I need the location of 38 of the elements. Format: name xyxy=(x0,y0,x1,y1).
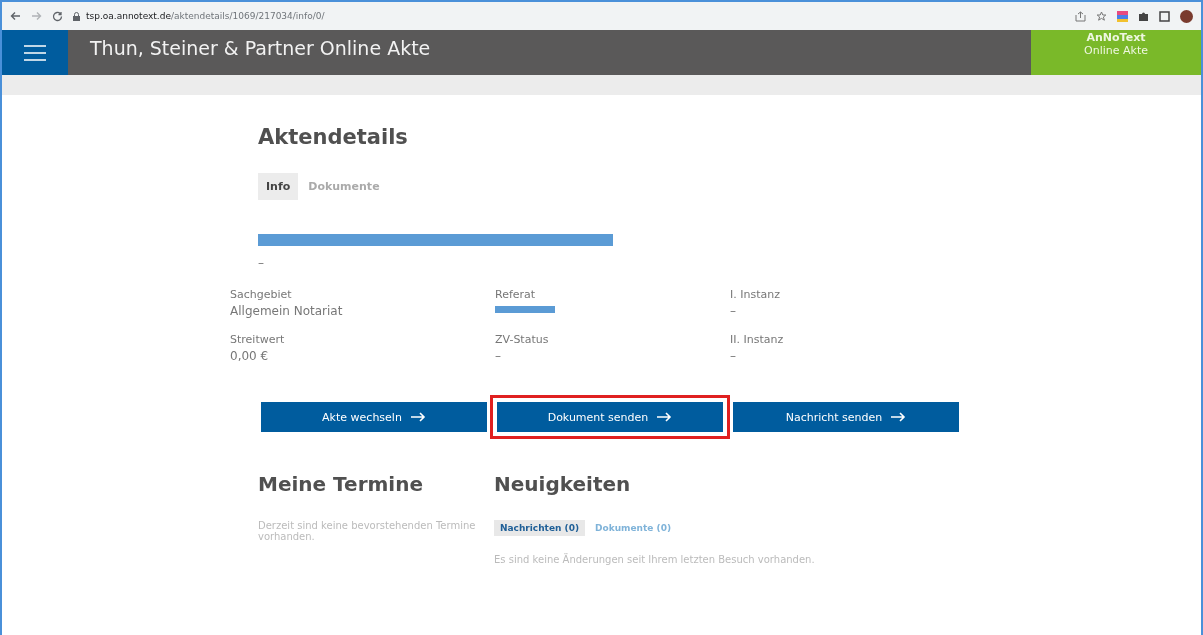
arrow-icon xyxy=(409,412,426,422)
star-icon[interactable] xyxy=(1096,10,1107,22)
menu-icon xyxy=(24,44,46,61)
avatar-icon[interactable] xyxy=(1180,9,1193,23)
field-label: II. Instanz xyxy=(730,333,785,346)
tab[interactable]: Info xyxy=(258,173,299,200)
action-button[interactable]: Nachricht senden xyxy=(733,402,959,432)
action-button[interactable]: Dokument senden xyxy=(497,402,723,432)
arrow-icon xyxy=(890,412,907,422)
page-title: Aktendetails xyxy=(258,125,409,149)
section-title: Neuigkeiten xyxy=(494,472,632,496)
extension-icon[interactable] xyxy=(1117,10,1128,22)
field-label: Streitwert xyxy=(230,333,286,346)
lock-icon xyxy=(73,11,80,21)
field-label: Referat xyxy=(495,288,537,301)
field-value: – xyxy=(730,304,737,319)
field-label: Sachgebiet xyxy=(230,288,293,301)
tab[interactable]: Nachrichten (0) xyxy=(494,520,586,536)
file-subtitle: – xyxy=(258,256,265,270)
arrow-icon xyxy=(656,412,673,422)
empty-message: Derzeit sind keine bevorstehenden Termine vorhanden. xyxy=(258,520,477,542)
field-value: Allgemein Notariat xyxy=(230,304,344,319)
share-icon[interactable] xyxy=(1075,10,1086,22)
section-title: Meine Termine xyxy=(258,472,424,496)
brand-logo: AnNoText Online Akte xyxy=(1031,30,1201,75)
field-value: – xyxy=(730,349,737,364)
sidebar-icon[interactable] xyxy=(1159,10,1170,22)
reload-icon[interactable] xyxy=(52,10,63,22)
empty-message: Es sind keine Änderungen seit Ihrem letzten Besuch vorhanden. xyxy=(494,554,815,565)
app-title: Thun, Steiner & Partner Online Akte xyxy=(89,36,432,61)
field-label: I. Instanz xyxy=(730,288,781,301)
url-text: tsp.oa.annotext.de/aktendetails/1069/217034/info/0/ xyxy=(86,11,325,21)
field-value: – xyxy=(495,349,502,364)
action-button[interactable]: Akte wechseln xyxy=(261,402,487,432)
back-icon[interactable] xyxy=(10,10,21,21)
field-value: 0,00 € xyxy=(230,349,270,364)
menu-button[interactable] xyxy=(2,30,68,75)
field-label: ZV-Status xyxy=(495,333,550,346)
